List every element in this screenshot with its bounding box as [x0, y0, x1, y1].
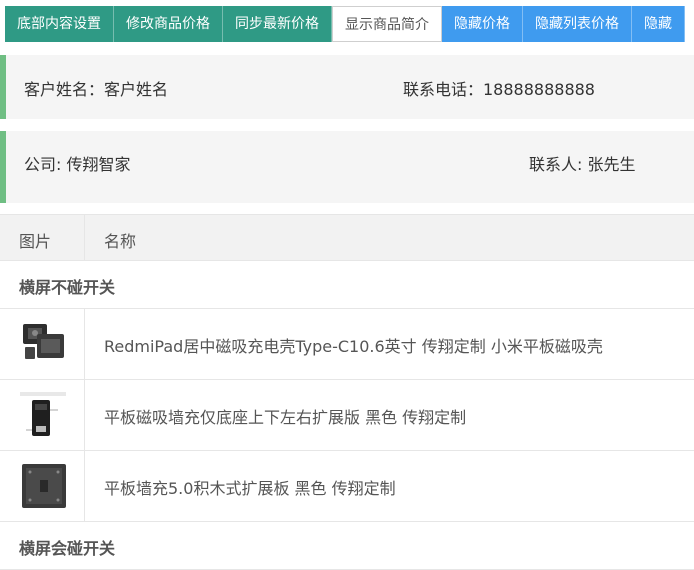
sync-latest-price-button[interactable]: 同步最新价格 [223, 6, 332, 42]
group-heading: 横屏不碰开关 [0, 261, 694, 309]
customer-name: 客户姓名：客户姓名 [24, 80, 169, 99]
hide-more-button[interactable]: 隐藏 [632, 6, 685, 42]
company-name: 公司: 传翔智家 [24, 155, 131, 174]
table-row[interactable]: 平板墙充5.0积木式扩展板 黑色 传翔定制 [0, 451, 694, 522]
hide-price-button[interactable]: 隐藏价格 [442, 6, 523, 42]
product-name: 平板磁吸墙充仅底座上下左右扩展版 黑色 传翔定制 [104, 408, 467, 427]
bottom-content-settings-button[interactable]: 底部内容设置 [5, 6, 114, 42]
modify-product-price-button[interactable]: 修改商品价格 [114, 6, 223, 42]
hide-list-price-button[interactable]: 隐藏列表价格 [523, 6, 632, 42]
contact-person: 联系人: 张先生 [529, 155, 636, 174]
accent-bar [0, 55, 6, 119]
group-title: 横屏不碰开关 [19, 278, 116, 297]
column-header-name: 名称 [104, 232, 137, 251]
product-image-extension-board [22, 464, 66, 508]
company-info-panel: 公司: 传翔智家 联系人: 张先生 [0, 131, 694, 203]
customer-info-panel: 客户姓名：客户姓名 联系电话：18888888888 [0, 55, 694, 119]
toolbar: 底部内容设置 修改商品价格 同步最新价格 显示商品简介 隐藏价格 隐藏列表价格 … [5, 6, 685, 42]
product-image-tablet-case [23, 324, 64, 359]
product-name: 平板墙充5.0积木式扩展板 黑色 传翔定制 [104, 479, 396, 498]
product-table: 图片 名称 横屏不碰开关 RedmiPad居中磁吸充电壳Type-C10.6英寸… [0, 214, 694, 570]
group-title: 横屏会碰开关 [19, 539, 116, 558]
column-header-image: 图片 [19, 232, 52, 251]
show-product-summary-button[interactable]: 显示商品简介 [332, 6, 442, 42]
product-image-wall-mount [20, 392, 66, 436]
table-row[interactable]: 平板磁吸墙充仅底座上下左右扩展版 黑色 传翔定制 [0, 380, 694, 451]
table-row[interactable]: RedmiPad居中磁吸充电壳Type-C10.6英寸 传翔定制 小米平板磁吸壳 [0, 309, 694, 380]
product-name: RedmiPad居中磁吸充电壳Type-C10.6英寸 传翔定制 小米平板磁吸壳 [104, 337, 603, 356]
table-header: 图片 名称 [0, 214, 694, 261]
customer-phone: 联系电话：18888888888 [403, 80, 595, 99]
accent-bar [0, 131, 6, 203]
group-heading: 横屏会碰开关 [0, 522, 694, 570]
